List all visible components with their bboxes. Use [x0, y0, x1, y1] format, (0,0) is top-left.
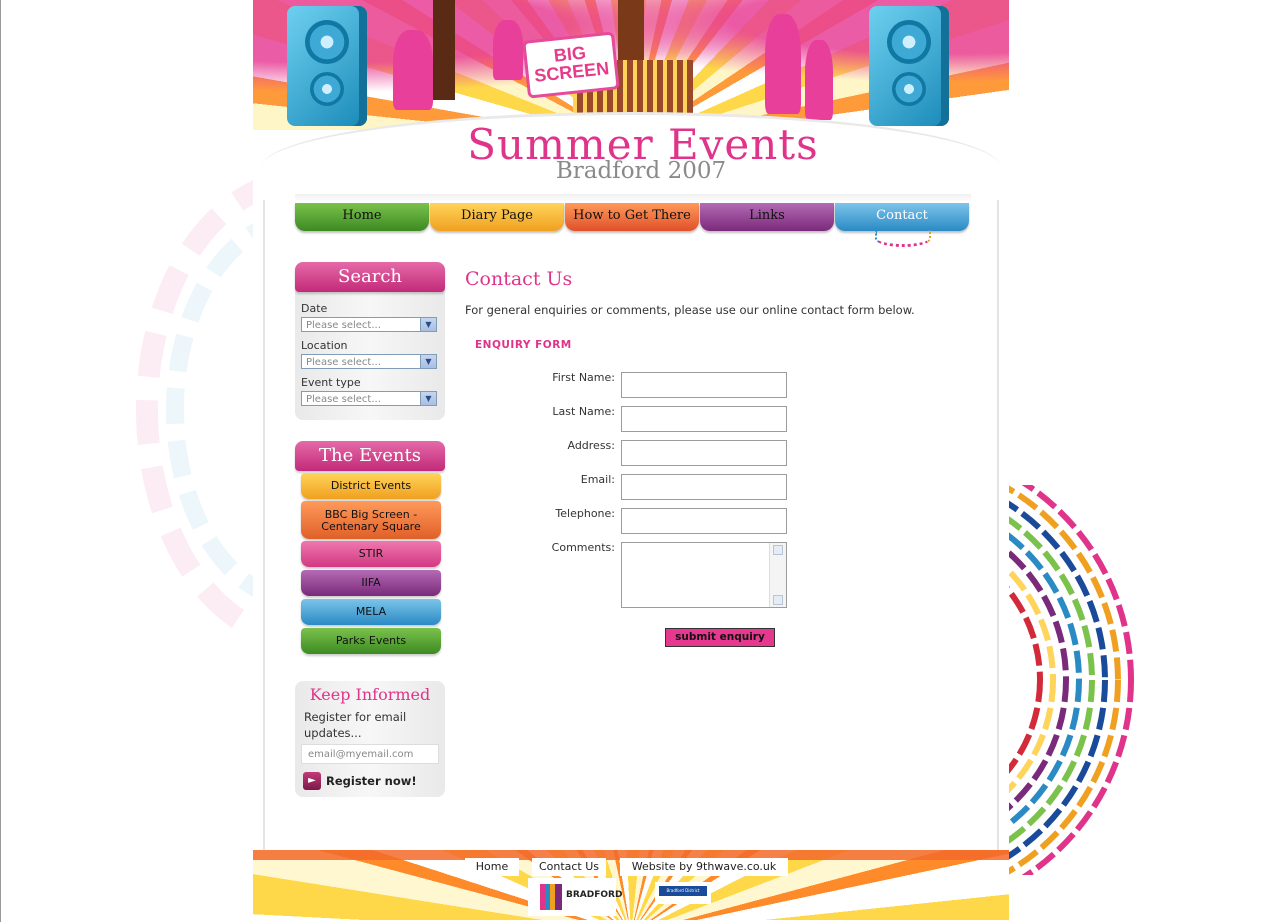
last-name-field[interactable] — [621, 406, 787, 432]
register-now-button[interactable]: Register now! — [326, 774, 417, 788]
events-title: The Events — [295, 441, 445, 471]
address-field[interactable] — [621, 440, 787, 466]
chevron-down-icon[interactable]: ▼ — [420, 318, 436, 331]
footer-website-credit-link[interactable]: Website by 9thwave.co.uk — [620, 858, 788, 876]
email-label: Email: — [580, 473, 615, 486]
comments-textarea[interactable] — [621, 542, 787, 608]
page-frame: BIG SCREEN Summer Events Bradford 2007 H… — [253, 0, 1009, 920]
form-title: ENQUIRY FORM — [475, 339, 572, 351]
speaker-left-image — [287, 6, 367, 126]
nav-links[interactable]: Links — [700, 203, 834, 231]
keep-informed-text: Register for email updates... — [304, 710, 407, 740]
date-select[interactable]: Please select... ▼ — [301, 317, 437, 332]
event-type-select[interactable]: Please select... ▼ — [301, 391, 437, 406]
event-parks-events[interactable]: Parks Events — [301, 628, 441, 654]
arrow-right-icon[interactable]: ► — [303, 772, 321, 790]
site-subtitle: Bradford 2007 — [555, 158, 727, 184]
right-border — [997, 200, 999, 850]
nav-active-swirl-icon — [875, 230, 931, 247]
left-border — [263, 200, 265, 850]
events-panel: The Events District Events BBC Big Scree… — [295, 441, 445, 661]
first-name-field[interactable] — [621, 372, 787, 398]
last-name-label: Last Name: — [552, 405, 615, 418]
event-iifa[interactable]: IIFA — [301, 570, 441, 596]
email-field[interactable]: email@myemail.com — [301, 744, 439, 764]
telephone-label: Telephone: — [555, 507, 615, 520]
textarea-scrollbar[interactable] — [769, 543, 786, 607]
keep-informed-panel: Keep Informed Register for email updates… — [295, 681, 445, 797]
nav-diary-page[interactable]: Diary Page — [430, 203, 564, 231]
address-label: Address: — [567, 439, 615, 452]
footer-contact-link[interactable]: Contact Us — [532, 858, 606, 876]
main-nav: Home Diary Page How to Get There Links C… — [295, 194, 971, 247]
nav-contact[interactable]: Contact — [835, 203, 969, 231]
event-district-events[interactable]: District Events — [301, 473, 441, 499]
email-input[interactable] — [621, 474, 787, 500]
search-title: Search — [295, 262, 445, 292]
event-type-label: Event type — [301, 376, 361, 389]
location-label: Location — [301, 339, 348, 352]
event-mela[interactable]: MELA — [301, 599, 441, 625]
chevron-down-icon[interactable]: ▼ — [420, 392, 436, 405]
date-label: Date — [301, 302, 328, 315]
nav-home[interactable]: Home — [295, 203, 429, 231]
footer: Home Contact Us Website by 9thwave.co.uk… — [253, 850, 1009, 920]
first-name-label: First Name: — [552, 371, 615, 384]
footer-home-link[interactable]: Home — [465, 858, 519, 876]
big-screen-logo: BIG SCREEN — [522, 31, 620, 99]
speaker-right-image — [869, 6, 949, 126]
council-logo[interactable]: Bradford District Council — [655, 882, 711, 904]
bradford-logo[interactable]: BRADFORD — [528, 878, 622, 916]
submit-enquiry-button[interactable]: submit enquiry — [665, 628, 775, 647]
event-bbc-big-screen[interactable]: BBC Big Screen - Centenary Square — [301, 501, 441, 539]
background-arc-decoration — [1006, 485, 1134, 875]
location-select[interactable]: Please select... ▼ — [301, 354, 437, 369]
comments-label: Comments: — [551, 541, 615, 554]
telephone-field[interactable] — [621, 508, 787, 534]
header-banner: BIG SCREEN — [253, 0, 1009, 130]
search-panel: Search Date Please select... ▼ Location … — [295, 262, 445, 420]
page-title: Contact Us — [465, 268, 573, 290]
nav-how-to-get-there[interactable]: How to Get There — [565, 203, 699, 231]
page-intro: For general enquiries or comments, pleas… — [465, 303, 915, 317]
event-stir[interactable]: STIR — [301, 541, 441, 567]
keep-informed-title: Keep Informed — [309, 685, 431, 704]
chevron-down-icon[interactable]: ▼ — [420, 355, 436, 368]
